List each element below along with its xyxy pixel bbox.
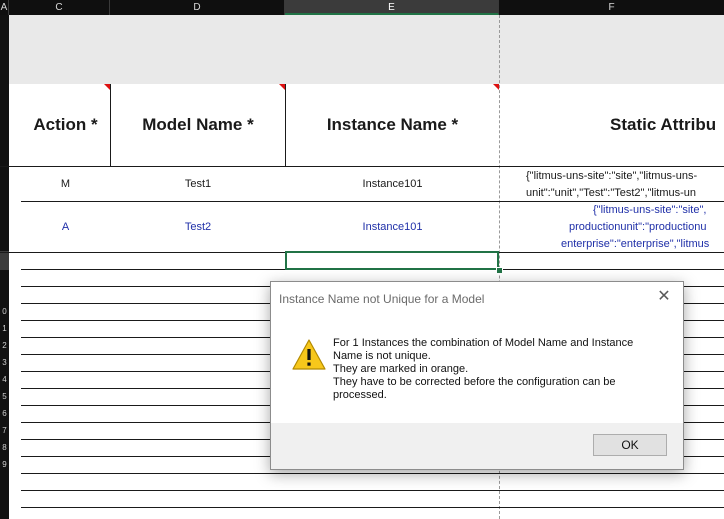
dialog-message: For 1 Instances the combination of Model…	[333, 337, 673, 402]
column-divider	[285, 84, 286, 167]
row-header-bar: 0 1 2 3 4 5 6 7 8 9	[0, 15, 9, 519]
dialog-message-line: processed.	[333, 389, 387, 401]
header-model-name[interactable]: Model Name *	[111, 84, 285, 166]
row-number[interactable]: 0	[0, 307, 9, 319]
selected-cell[interactable]	[285, 251, 499, 270]
close-icon[interactable]: ✕	[653, 286, 675, 308]
warning-dialog: Instance Name not Unique for a Model ✕ F…	[270, 281, 684, 470]
row-number[interactable]: 8	[0, 443, 9, 455]
cell-action[interactable]: M	[21, 178, 110, 190]
row-number[interactable]: 7	[0, 426, 9, 438]
dialog-message-line: Name is not unique.	[333, 350, 431, 362]
cell-model-name[interactable]: Test1	[111, 178, 285, 190]
header-action[interactable]: Action *	[21, 84, 110, 166]
dialog-message-line: They have to be corrected before the con…	[333, 376, 616, 388]
row-number[interactable]: 3	[0, 358, 9, 370]
cell-static-attributes[interactable]: {"litmus-uns-site":"site",	[593, 204, 724, 216]
header-spacer-band	[9, 15, 724, 84]
row-divider	[0, 166, 724, 167]
dialog-message-line: For 1 Instances the combination of Model…	[333, 337, 634, 349]
row-number[interactable]: 2	[0, 341, 9, 353]
cell-instance-name[interactable]: Instance101	[286, 178, 499, 190]
column-header-e[interactable]: E	[285, 0, 499, 15]
warning-icon	[292, 339, 326, 370]
row-number[interactable]: 6	[0, 409, 9, 421]
column-header-a[interactable]: A	[0, 0, 9, 15]
column-header-c[interactable]: C	[9, 0, 110, 15]
row-divider	[21, 490, 724, 491]
column-divider	[110, 84, 111, 167]
dialog-title: Instance Name not Unique for a Model	[279, 292, 485, 306]
cell-action[interactable]: A	[21, 221, 110, 233]
cell-static-attributes[interactable]: productionunit":"productionu	[569, 221, 724, 233]
ok-button[interactable]: OK	[593, 434, 667, 456]
row-header-selected[interactable]	[0, 251, 9, 270]
cell-model-name[interactable]: Test2	[111, 221, 285, 233]
header-static-attributes[interactable]: Static Attribu	[500, 84, 724, 166]
cell-static-attributes[interactable]: unit":"unit","Test":"Test2","litmus-un	[526, 187, 724, 199]
cell-static-attributes[interactable]: {"litmus-uns-site":"site","litmus-uns-	[526, 170, 724, 182]
cell-static-attributes[interactable]: enterprise":"enterprise","litmus	[561, 238, 724, 250]
column-header-d[interactable]: D	[110, 0, 285, 15]
row-number[interactable]: 5	[0, 392, 9, 404]
row-number[interactable]: 4	[0, 375, 9, 387]
column-header-f[interactable]: F	[499, 0, 724, 15]
spreadsheet: A C D E F 0 1 2 3 4 5 6 7 8 9 Action * M…	[0, 0, 724, 519]
dialog-body: For 1 Instances the combination of Model…	[271, 315, 683, 423]
row-divider	[21, 473, 724, 474]
cell-instance-name[interactable]: Instance101	[286, 221, 499, 233]
dialog-footer: OK	[271, 423, 683, 469]
header-instance-name[interactable]: Instance Name *	[286, 84, 499, 166]
row-number[interactable]: 1	[0, 324, 9, 336]
dialog-message-line: They are marked in orange.	[333, 363, 469, 375]
fill-handle[interactable]	[496, 267, 503, 274]
column-header-bar: A C D E F	[0, 0, 724, 15]
row-number[interactable]: 9	[0, 460, 9, 472]
row-divider	[21, 201, 724, 202]
row-divider	[21, 507, 724, 508]
